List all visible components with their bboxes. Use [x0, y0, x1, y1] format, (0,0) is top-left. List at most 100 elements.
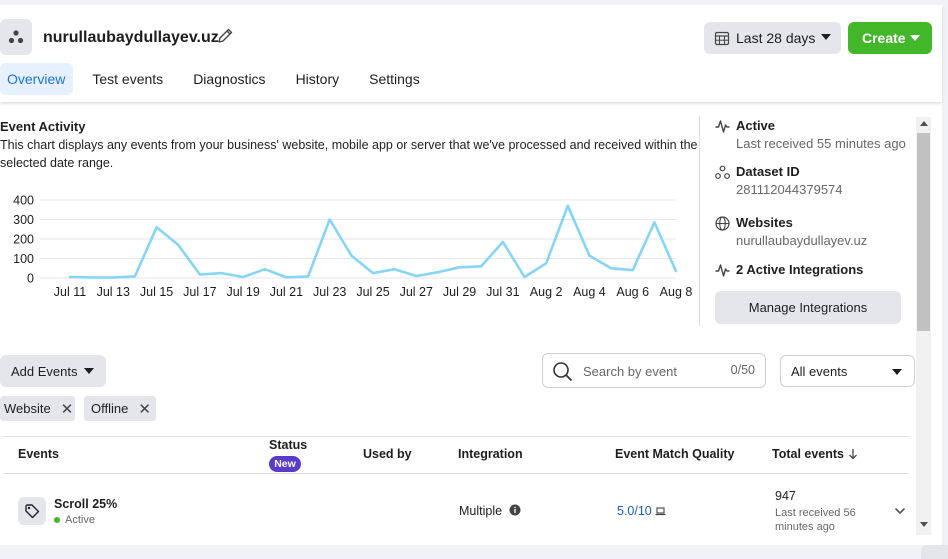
event-filter-select[interactable]: All events [780, 355, 915, 387]
close-icon[interactable]: ✕ [61, 400, 74, 418]
x-tick-label: Jul 19 [226, 285, 259, 299]
data-point [241, 275, 245, 279]
data-point [609, 267, 613, 270]
tab-history[interactable]: History [281, 63, 355, 95]
x-tick-label: Jul 27 [400, 285, 433, 299]
data-point [285, 276, 288, 279]
data-point [415, 274, 418, 278]
scrollbar-thumb[interactable] [917, 133, 930, 331]
status-last-received: Last received 55 minutes ago [736, 136, 906, 151]
table-header-border [3, 473, 909, 474]
event-match-quality[interactable]: 5.0/10 [617, 504, 666, 518]
column-total-events-label: Total events [772, 447, 845, 461]
data-point [263, 268, 266, 271]
chevron-down-icon [892, 369, 902, 375]
x-tick-label: Jul 21 [270, 285, 303, 299]
scroll-down-icon[interactable] [920, 522, 928, 527]
search-events-input[interactable]: Search by event 0/50 [542, 353, 766, 388]
data-point [350, 254, 353, 257]
search-icon [553, 362, 573, 382]
event-tag-icon [18, 497, 46, 525]
dataset-icon [715, 165, 730, 179]
event-name[interactable]: Scroll 25% [54, 497, 117, 511]
series-line [69, 204, 678, 279]
info-icon[interactable] [509, 504, 521, 516]
sort-down-arrow-icon [848, 449, 857, 460]
x-tick-label: Jul 25 [356, 285, 389, 299]
event-status: Active [54, 514, 95, 526]
data-point [480, 265, 483, 268]
tab-settings[interactable]: Settings [354, 63, 435, 95]
close-icon[interactable]: ✕ [138, 400, 151, 418]
event-filter-value: All events [791, 363, 848, 379]
data-point [674, 269, 678, 273]
data-point [177, 243, 180, 247]
x-tick-label: Jul 23 [313, 285, 346, 299]
chevron-down-icon[interactable] [894, 506, 906, 516]
data-point [198, 273, 202, 276]
y-tick-label: 200 [13, 233, 34, 247]
column-status[interactable]: Status [269, 438, 307, 452]
edit-pencil-icon[interactable] [216, 27, 234, 45]
event-activity-title: Event Activity [0, 119, 86, 134]
column-events[interactable]: Events [18, 447, 59, 461]
website-value: nurullaubaydullayev.uz [736, 233, 868, 248]
bottom-strip [0, 545, 948, 559]
scroll-up-icon[interactable] [920, 121, 928, 126]
data-point [90, 276, 93, 279]
globe-icon [715, 216, 730, 231]
x-tick-label: Jul 15 [140, 285, 173, 299]
date-range-button[interactable]: Last 28 days [704, 22, 841, 54]
create-button[interactable]: Create [848, 22, 932, 54]
dataset-avatar [0, 19, 32, 55]
tab-diagnostics[interactable]: Diagnostics [178, 63, 280, 95]
column-total-events[interactable]: Total events [772, 447, 858, 461]
manage-integrations-button[interactable]: Manage Integrations [715, 291, 901, 324]
tab-bar: Overview Test events Diagnostics History… [0, 63, 435, 95]
data-point [631, 269, 634, 272]
data-point [566, 204, 569, 208]
x-tick-label: Jul 11 [54, 285, 86, 299]
chip-label: Website [4, 401, 51, 416]
data-point [371, 271, 375, 275]
x-tick-label: Jul 13 [97, 285, 130, 299]
filter-chip-offline[interactable]: Offline ✕ [84, 396, 156, 421]
event-activity-chart: 0 100 200 300 400 Jul 11 Jul 13 Jul 15 Jul 17 Jul… [13, 194, 693, 300]
event-integration-label: Multiple [459, 504, 503, 518]
y-tick-label: 100 [13, 252, 34, 266]
data-point [436, 270, 440, 274]
x-tick-label: Jul 29 [443, 285, 476, 299]
data-point [458, 266, 461, 269]
table-top-border [3, 436, 909, 437]
chevron-down-icon [84, 368, 94, 374]
active-integrations-label: 2 Active Integrations [736, 262, 864, 277]
chevron-down-icon [821, 34, 831, 40]
filter-chip-website[interactable]: Website ✕ [0, 396, 75, 421]
x-tick-label: Aug 2 [530, 285, 563, 299]
status-dot [54, 517, 60, 524]
column-event-match-quality[interactable]: Event Match Quality [615, 447, 734, 461]
laptop-icon [655, 507, 666, 516]
help-button[interactable] [921, 545, 948, 559]
column-used-by[interactable]: Used by [363, 447, 412, 461]
tab-test-events[interactable]: Test events [77, 63, 178, 95]
data-point [501, 240, 505, 244]
add-events-button[interactable]: Add Events [0, 355, 106, 387]
y-tick-label: 400 [13, 194, 34, 208]
event-activity-description: This chart displays any events from your… [0, 138, 698, 170]
y-tick-label: 0 [27, 272, 34, 286]
x-tick-label: Jul 17 [183, 285, 216, 299]
x-tick-label: Aug 8 [660, 285, 693, 299]
add-events-label: Add Events [11, 363, 78, 379]
search-count: 0/50 [730, 363, 755, 377]
event-last-received: Last received 56 minutes ago [775, 507, 856, 533]
tab-overview[interactable]: Overview [0, 63, 74, 95]
divider [699, 116, 700, 326]
event-total: 947 [775, 489, 796, 503]
activity-pulse-icon [715, 120, 730, 133]
dataset-id-label: Dataset ID [736, 164, 800, 179]
column-integration[interactable]: Integration [458, 447, 523, 461]
data-point [653, 221, 656, 224]
x-tick-label: Jul 31 [486, 285, 519, 299]
date-range-label: Last 28 days [736, 30, 816, 46]
